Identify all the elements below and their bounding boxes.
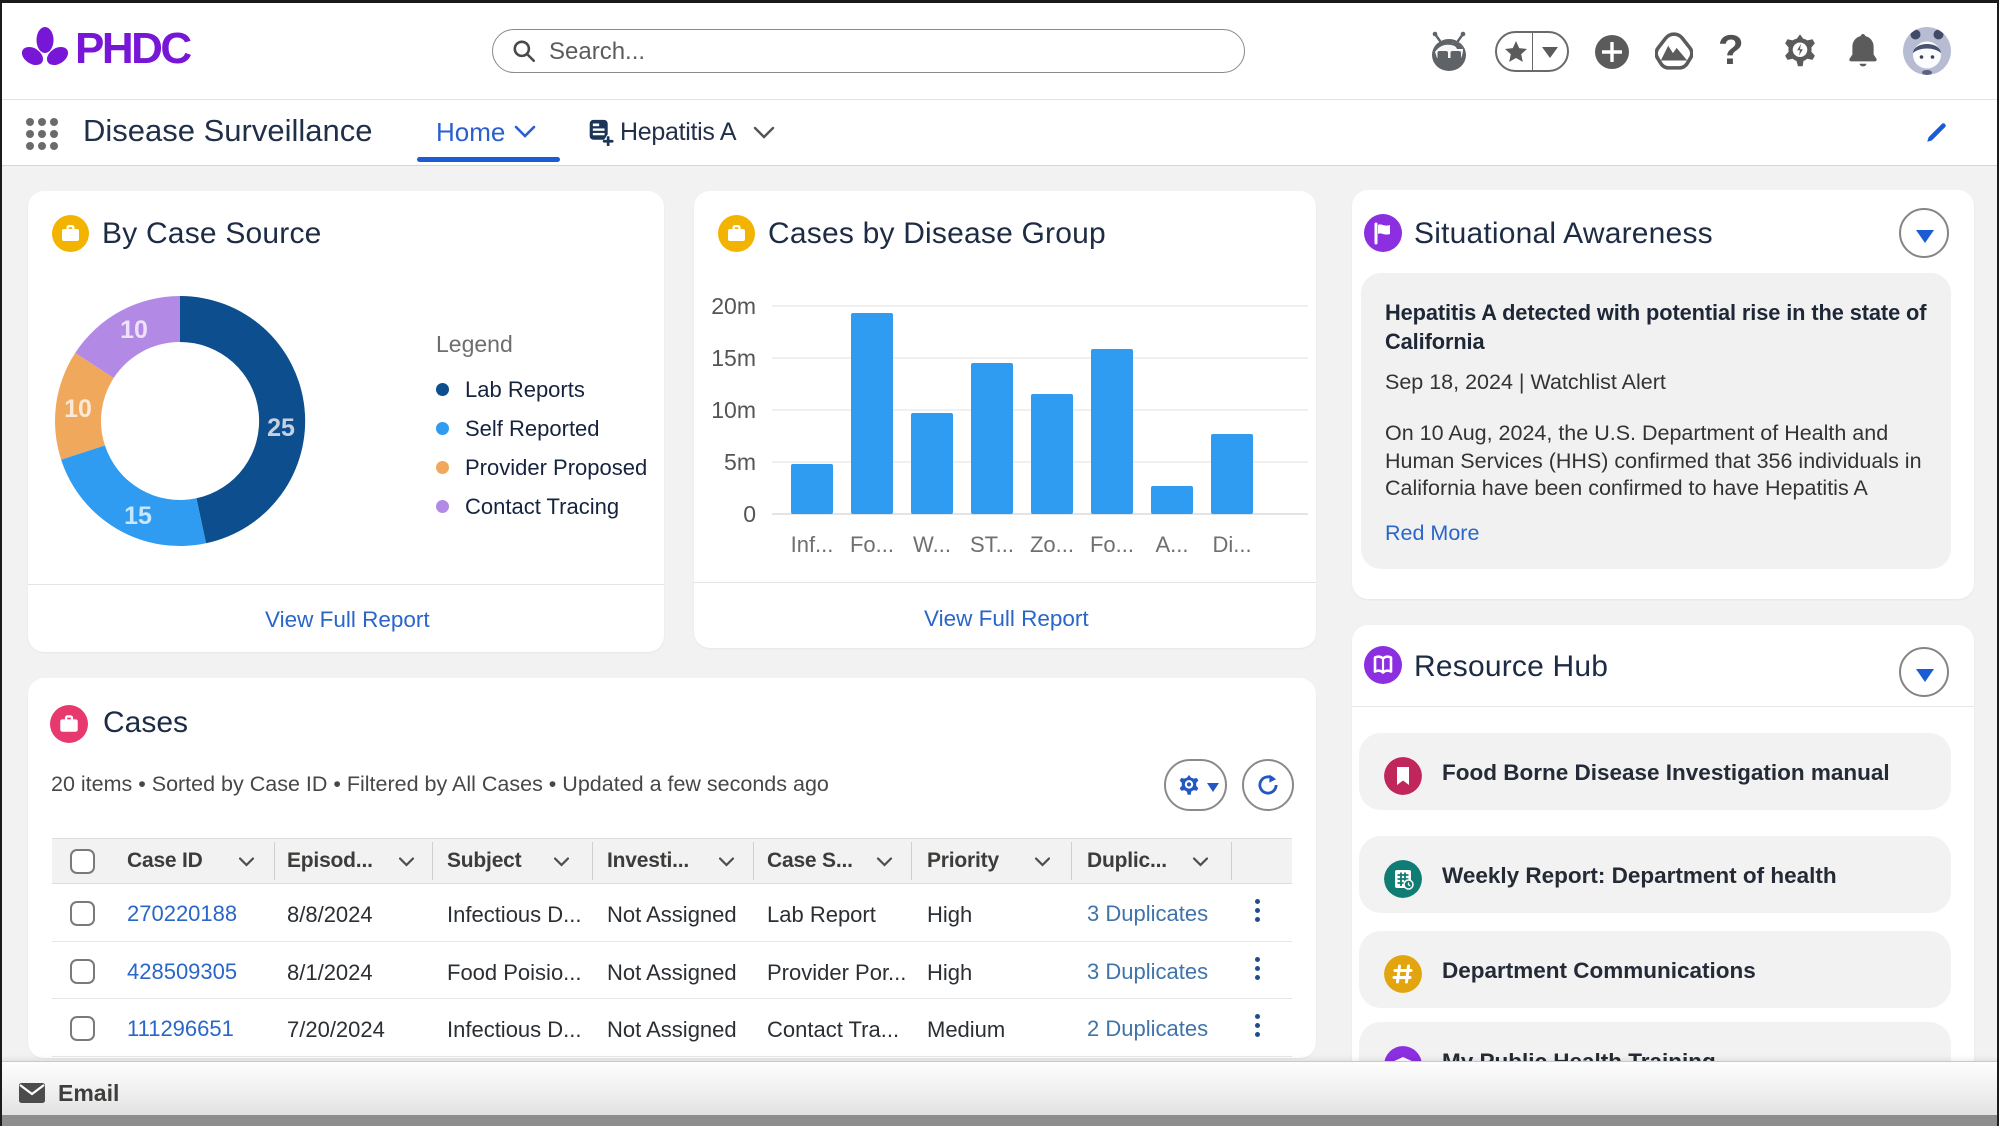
svg-text:0: 0 xyxy=(743,501,756,527)
svg-text:Zo...: Zo... xyxy=(1030,532,1074,557)
svg-text:Di...: Di... xyxy=(1212,532,1251,557)
svg-text:10: 10 xyxy=(64,395,92,423)
svg-text:10: 10 xyxy=(120,316,148,344)
svg-text:Fo...: Fo... xyxy=(850,532,894,557)
svg-text:Fo...: Fo... xyxy=(1090,532,1134,557)
svg-text:5m: 5m xyxy=(724,449,756,475)
svg-text:25: 25 xyxy=(267,414,295,442)
svg-text:15m: 15m xyxy=(711,345,756,371)
svg-text:15: 15 xyxy=(124,502,152,530)
svg-text:A...: A... xyxy=(1155,532,1188,557)
svg-text:10m: 10m xyxy=(711,397,756,423)
svg-text:W...: W... xyxy=(913,532,951,557)
svg-text:Inf...: Inf... xyxy=(791,532,834,557)
svg-text:20m: 20m xyxy=(711,293,756,319)
svg-text:ST...: ST... xyxy=(970,532,1014,557)
